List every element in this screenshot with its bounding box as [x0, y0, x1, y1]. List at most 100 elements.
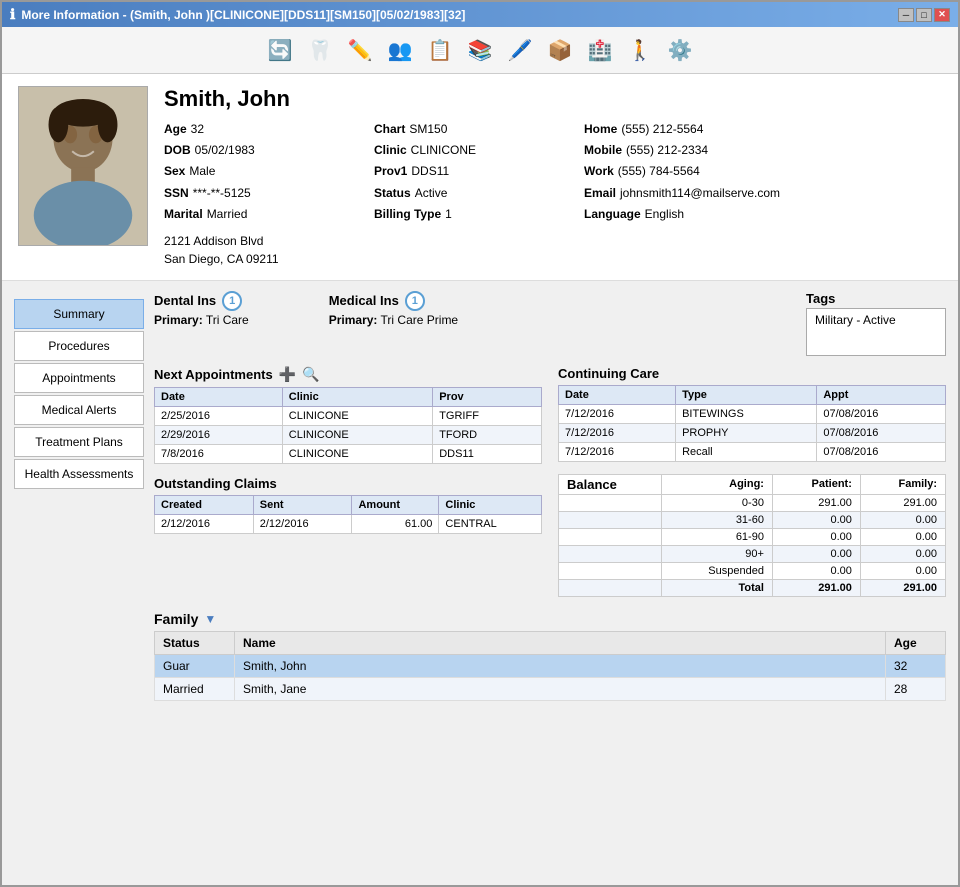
dob-row: DOB 05/02/1983 — [164, 141, 364, 160]
next-appointments-table: Date Clinic Prov 2/25/2016CLINICONETGRIF… — [154, 387, 542, 464]
balance-title: Balance — [559, 474, 662, 494]
box-icon[interactable]: 📦 — [543, 33, 577, 67]
window-icon: ℹ — [10, 6, 15, 23]
left-col: Next Appointments ➕ 🔍 Date Clinic Prov — [154, 366, 542, 597]
tags-value: Military - Active — [806, 308, 946, 356]
apt-date-header: Date — [155, 387, 283, 406]
title-bar-controls: ─ □ ✕ — [898, 8, 950, 22]
maximize-button[interactable]: □ — [916, 8, 932, 22]
sidebar-item-treatment-plans[interactable]: Treatment Plans — [14, 427, 144, 457]
insurance-row: Dental Ins 1 Primary: Tri Care Medical I… — [154, 291, 946, 356]
balance-row: 0-30291.00291.00 — [559, 494, 946, 511]
mobile-row: Mobile (555) 212-2334 — [584, 141, 834, 160]
sidebar-item-summary[interactable]: Summary — [14, 299, 144, 329]
cc-date-header: Date — [559, 385, 676, 404]
balance-row: 31-600.000.00 — [559, 511, 946, 528]
status-row: Status Active — [374, 184, 574, 203]
sidebar-item-appointments[interactable]: Appointments — [14, 363, 144, 393]
tags-block: Tags Military - Active — [806, 291, 946, 356]
family-header: Family ▼ — [154, 611, 946, 627]
patient-info: Smith, John Age 32 DOB 05/02/1983 Sex Ma… — [164, 86, 942, 268]
refresh-icon[interactable]: 🔄 — [263, 33, 297, 67]
table-row[interactable]: 2/25/2016CLINICONETGRIFF — [155, 406, 542, 425]
email-row: Email johnsmith114@mailserve.com — [584, 184, 834, 203]
outstanding-claims-section: Outstanding Claims Created Sent Amount C… — [154, 476, 542, 534]
dental-ins-title: Dental Ins 1 — [154, 291, 249, 311]
patient-info-grid: Age 32 DOB 05/02/1983 Sex Male SSN ***-*… — [164, 120, 942, 268]
tooth-icon[interactable]: 🦷 — [303, 33, 337, 67]
medical-ins-title: Medical Ins 1 — [329, 291, 458, 311]
list-item[interactable]: MarriedSmith, Jane28 — [155, 677, 946, 700]
person-arrow-icon[interactable]: 🚶 — [623, 33, 657, 67]
balance-row: 61-900.000.00 — [559, 528, 946, 545]
sidebar-item-medical-alerts[interactable]: Medical Alerts — [14, 395, 144, 425]
family-label: Family: — [860, 474, 945, 494]
table-row[interactable]: 7/12/2016Recall07/08/2016 — [559, 442, 946, 461]
work-row: Work (555) 784-5564 — [584, 162, 834, 181]
family-age-header: Age — [886, 631, 946, 654]
family-section: Family ▼ Status Name Age GuarSmith, John… — [154, 611, 946, 701]
table-row[interactable]: 7/12/2016BITEWINGS07/08/2016 — [559, 404, 946, 423]
family-table: Status Name Age GuarSmith, John32Married… — [154, 631, 946, 701]
chart-icon[interactable]: 📋 — [423, 33, 457, 67]
medical-ins-label: Medical Ins — [329, 293, 399, 308]
right-col: Continuing Care Date Type Appt 7/12/2016… — [558, 366, 946, 597]
dental-ins-label: Dental Ins — [154, 293, 216, 308]
cc-appt-header: Appt — [817, 385, 946, 404]
outstanding-claims-title: Outstanding Claims — [154, 476, 277, 491]
table-row[interactable]: 7/8/2016CLINICONEDDS11 — [155, 444, 542, 463]
close-button[interactable]: ✕ — [934, 8, 950, 22]
table-row[interactable]: 2/12/20162/12/201661.00CENTRAL — [155, 514, 542, 533]
edit-icon[interactable]: ✏️ — [343, 33, 377, 67]
address-block: 2121 Addison Blvd San Diego, CA 09211 — [164, 232, 364, 268]
users-icon[interactable]: 👥 — [383, 33, 417, 67]
settings-icon[interactable]: ⚙️ — [663, 33, 697, 67]
medical-ins-circle[interactable]: 1 — [405, 291, 425, 311]
main-body: Summary Procedures Appointments Medical … — [2, 281, 958, 885]
chart-row: Chart SM150 — [374, 120, 574, 139]
family-expand-icon[interactable]: ▼ — [204, 612, 216, 626]
toolbar: 🔄 🦷 ✏️ 👥 📋 📚 🖊️ 📦 🏥 🚶 ⚙️ — [2, 27, 958, 74]
sidebar-item-procedures[interactable]: Procedures — [14, 331, 144, 361]
dental-ins-circle[interactable]: 1 — [222, 291, 242, 311]
search-appointment-button[interactable]: 🔍 — [302, 366, 319, 383]
add-appointment-button[interactable]: ➕ — [279, 366, 296, 383]
cc-type-header: Type — [676, 385, 817, 404]
apt-prov-header: Prov — [433, 387, 542, 406]
claim-sent-header: Sent — [253, 495, 352, 514]
list-item[interactable]: GuarSmith, John32 — [155, 654, 946, 677]
apt-clinic-header: Clinic — [282, 387, 432, 406]
sidebar: Summary Procedures Appointments Medical … — [14, 299, 144, 875]
age-row: Age 32 — [164, 120, 364, 139]
outstanding-claims-header: Outstanding Claims — [154, 476, 542, 491]
minimize-button[interactable]: ─ — [898, 8, 914, 22]
main-window: ℹ More Information - (Smith, John )[CLIN… — [0, 0, 960, 887]
pencil-icon[interactable]: 🖊️ — [503, 33, 537, 67]
home-row: Home (555) 212-5564 — [584, 120, 834, 139]
tags-label: Tags — [806, 291, 946, 306]
sidebar-item-health-assessments[interactable]: Health Assessments — [14, 459, 144, 489]
dental-ins-block: Dental Ins 1 Primary: Tri Care — [154, 291, 249, 327]
balance-row: 90+0.000.00 — [559, 545, 946, 562]
next-appointments-header: Next Appointments ➕ 🔍 — [154, 366, 542, 383]
dental-ins-primary: Primary: Tri Care — [154, 313, 249, 327]
claim-clinic-header: Clinic — [439, 495, 542, 514]
continuing-care-title: Continuing Care — [558, 366, 659, 381]
book-icon[interactable]: 📚 — [463, 33, 497, 67]
prov1-row: Prov1 DDS11 — [374, 162, 574, 181]
title-bar: ℹ More Information - (Smith, John )[CLIN… — [2, 2, 958, 27]
ssn-row: SSN ***-**-5125 — [164, 184, 364, 203]
table-row[interactable]: 7/12/2016PROPHY07/08/2016 — [559, 423, 946, 442]
cross-icon[interactable]: 🏥 — [583, 33, 617, 67]
claim-created-header: Created — [155, 495, 254, 514]
language-row: Language English — [584, 205, 834, 224]
balance-table: Balance Aging: Patient: Family: 0-30291.… — [558, 474, 946, 597]
table-row[interactable]: 2/29/2016CLINICONETFORD — [155, 425, 542, 444]
sex-row: Sex Male — [164, 162, 364, 181]
aging-label: Aging: — [661, 474, 772, 494]
billing-row: Billing Type 1 — [374, 205, 574, 224]
medical-ins-primary: Primary: Tri Care Prime — [329, 313, 458, 327]
continuing-care-table: Date Type Appt 7/12/2016BITEWINGS07/08/2… — [558, 385, 946, 462]
continuing-care-header: Continuing Care — [558, 366, 946, 381]
next-appointments-title: Next Appointments — [154, 367, 273, 382]
